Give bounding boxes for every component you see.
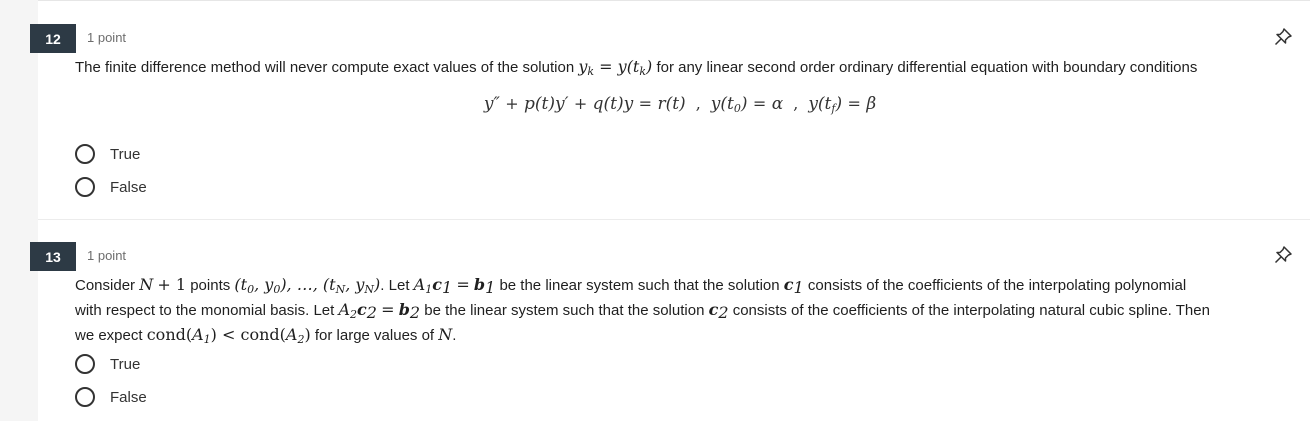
radio-button[interactable] [75, 354, 95, 374]
question-line: Consider N + 1 points (t0, y0), …, (tN, … [75, 275, 1187, 297]
option-true[interactable]: True [75, 142, 140, 166]
option-false[interactable]: False [75, 175, 147, 199]
option-label: False [110, 388, 147, 406]
option-label: True [110, 145, 141, 163]
option-label: False [110, 178, 147, 196]
question-line: with respect to the monomial basis. Let … [75, 300, 1210, 322]
equation: y″ + p(t)y′ + q(t)y = r(t), y(t0) = α, y(t… [483, 94, 877, 115]
question-line: we expect cond(A1) < cond(A2) for large … [75, 325, 457, 346]
option-true[interactable]: True [75, 352, 140, 376]
question-text: Consider N + 1 points (t0, y0), …, (tN, … [75, 273, 1285, 348]
radio-button[interactable] [75, 177, 95, 197]
math-yk: yk = y(tk) [578, 57, 653, 78]
question-number: 13 [30, 242, 76, 271]
radio-button[interactable] [75, 144, 95, 164]
radio-button[interactable] [75, 387, 95, 407]
question-points: 1 point [87, 248, 127, 263]
question-number: 12 [30, 24, 76, 53]
question-text: The finite difference method will never … [75, 57, 1198, 78]
option-label: True [110, 355, 141, 373]
question-divider [38, 219, 1310, 220]
pin-icon[interactable] [1273, 27, 1293, 47]
pin-icon[interactable] [1273, 245, 1293, 265]
top-divider [38, 0, 1310, 1]
option-false[interactable]: False [75, 385, 147, 409]
question-points: 1 point [87, 30, 127, 45]
